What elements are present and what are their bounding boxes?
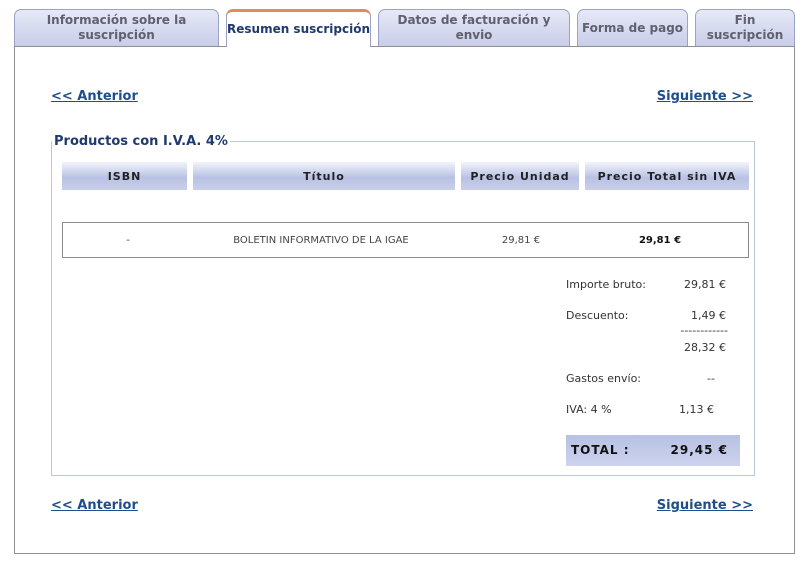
column-header-precio-total: Precio Total sin IVA xyxy=(585,162,749,190)
tab-label: Información sobre la suscripción xyxy=(46,13,187,42)
column-header-titulo: Título xyxy=(193,162,455,190)
tab-forma-pago[interactable]: Forma de pago xyxy=(577,9,688,46)
products-section-legend: Productos con I.V.A. 4% xyxy=(54,134,228,149)
tab-datos-facturacion[interactable]: Datos de facturación y envio xyxy=(378,9,570,46)
cell-title: BOLETIN INFORMATIVO DE LA IGAE xyxy=(233,234,409,246)
cell-unit-price: 29,81 € xyxy=(501,234,541,246)
previous-link-top[interactable]: << Anterior xyxy=(51,89,138,104)
column-header-isbn: ISBN xyxy=(62,162,187,190)
tab-resumen-suscripcion[interactable]: Resumen suscripción xyxy=(226,9,371,47)
tab-label: Datos de facturación y envio xyxy=(397,13,551,42)
vat-label: IVA: 4 % xyxy=(566,403,612,416)
next-link-top[interactable]: Siguiente >> xyxy=(657,89,753,104)
subtotal-value: 28,32 € xyxy=(684,341,726,354)
next-link-bottom[interactable]: Siguiente >> xyxy=(657,498,753,513)
discount-label: Descuento: xyxy=(566,309,629,322)
tab-label: Forma de pago xyxy=(581,20,684,35)
tab-fin-suscripcion[interactable]: Fin suscripción xyxy=(695,9,795,46)
column-header-precio-unidad: Precio Unidad xyxy=(461,162,579,190)
gross-value: 29,81 € xyxy=(684,278,726,291)
tab-informacion-suscripcion[interactable]: Información sobre la suscripción xyxy=(14,9,219,46)
discount-value: 1,49 € xyxy=(691,309,726,322)
content-panel: << Anterior Siguiente >> Productos con I… xyxy=(14,46,795,554)
shipping-value: -- xyxy=(707,372,715,385)
shipping-label: Gastos envío: xyxy=(566,372,642,385)
cell-total-price: 29,81 € xyxy=(638,234,682,246)
total-value: 29,45 € xyxy=(670,443,728,457)
total-label: TOTAL : xyxy=(571,443,630,457)
vat-value: 1,13 € xyxy=(679,403,714,416)
tab-label: Resumen suscripción xyxy=(227,22,371,36)
total-box: TOTAL : 29,45 € xyxy=(566,435,740,466)
gross-label: Importe bruto: xyxy=(566,278,646,291)
cell-isbn: - xyxy=(126,234,130,246)
table-row: - BOLETIN INFORMATIVO DE LA IGAE 29,81 €… xyxy=(62,222,749,258)
summary-separator: ------------ xyxy=(680,324,728,337)
previous-link-bottom[interactable]: << Anterior xyxy=(51,498,138,513)
tab-label: Fin suscripción xyxy=(706,13,784,42)
